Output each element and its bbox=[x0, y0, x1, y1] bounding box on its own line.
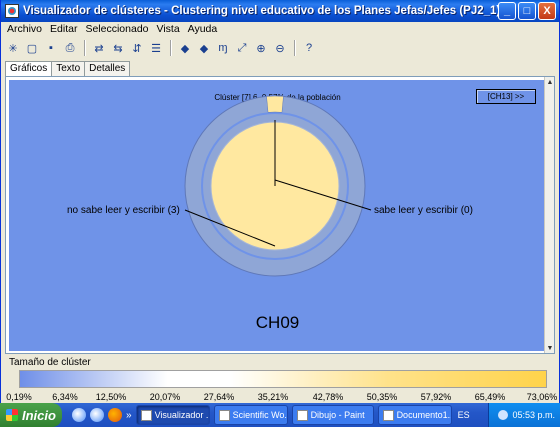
task-visualizador[interactable]: Visualizador ... bbox=[135, 405, 210, 425]
zoom-in-icon[interactable]: ⊕ bbox=[253, 40, 269, 56]
paint-icon bbox=[296, 409, 308, 421]
quick-launch bbox=[72, 408, 122, 422]
view-tabs: Gráficos Texto Detalles bbox=[5, 61, 131, 77]
toolbar: ✳ ▢ ▪ ⎙ ⇄ ⇆ ⇵ ☰ ◆ ◆ ɱ ⤢ ⊕ ⊖ ? bbox=[5, 38, 317, 58]
app-icon bbox=[218, 409, 230, 421]
scroll-up-icon[interactable]: ▲ bbox=[545, 77, 555, 87]
cluster-size-ticks: 0,19% 6,34% 12,50% 20,07% 27,64% 35,21% … bbox=[1, 392, 560, 402]
zoom-fit-icon[interactable]: ⤢ bbox=[234, 40, 250, 56]
graph-panel: Clúster [7] 6, 0,57% de la población [CH… bbox=[5, 76, 555, 354]
desktop-icon[interactable] bbox=[90, 408, 104, 422]
task-label: Visualizador ... bbox=[154, 410, 210, 420]
cluster-size-gradient bbox=[19, 370, 547, 388]
close-button[interactable]: X bbox=[538, 2, 556, 20]
tick-label: 12,50% bbox=[95, 392, 127, 402]
cluster-name: CH09 bbox=[255, 313, 300, 332]
new-icon[interactable]: ✳ bbox=[5, 40, 21, 56]
back-icon[interactable]: ◆ bbox=[177, 40, 193, 56]
redo-icon[interactable]: ⇆ bbox=[110, 40, 126, 56]
tray-icon[interactable] bbox=[498, 410, 509, 420]
windows-flag-icon bbox=[6, 409, 18, 421]
menu-vista[interactable]: Vista bbox=[157, 22, 180, 37]
tick-label: 27,64% bbox=[203, 392, 235, 402]
undo-icon[interactable]: ⇄ bbox=[91, 40, 107, 56]
forward-icon[interactable]: ◆ bbox=[196, 40, 212, 56]
start-label: Inicio bbox=[22, 407, 56, 423]
task-label: Dibujo - Paint bbox=[310, 410, 365, 420]
app-window: Visualizador de clústeres - Clustering n… bbox=[0, 0, 560, 403]
tick-label: 57,92% bbox=[420, 392, 452, 402]
cluster-plot: Clúster [7] 6, 0,57% de la población [CH… bbox=[9, 80, 546, 351]
vertical-scrollbar[interactable]: ▲ ▼ bbox=[544, 77, 554, 353]
app-icon bbox=[5, 4, 19, 18]
task-label: Documento1... bbox=[396, 410, 452, 420]
tick-label: 42,78% bbox=[312, 392, 344, 402]
menu-seleccionado[interactable]: Seleccionado bbox=[85, 22, 148, 37]
scroll-down-icon[interactable]: ▼ bbox=[545, 343, 555, 353]
zoom-out-icon[interactable]: ⊖ bbox=[272, 40, 288, 56]
menu-editar[interactable]: Editar bbox=[50, 22, 77, 37]
menu-archivo[interactable]: Archivo bbox=[7, 22, 42, 37]
sort-icon[interactable]: ⇵ bbox=[129, 40, 145, 56]
cluster-size-title: Tamaño de clúster bbox=[9, 357, 91, 368]
language-indicator[interactable]: ES bbox=[458, 410, 470, 420]
find-icon[interactable]: ɱ bbox=[215, 40, 231, 56]
left-category-label: no sabe leer y escribir (3) bbox=[67, 205, 180, 216]
word-icon bbox=[382, 409, 394, 421]
title-bar[interactable]: Visualizador de clústeres - Clustering n… bbox=[1, 0, 559, 22]
menu-bar: Archivo Editar Seleccionado Vista Ayuda bbox=[1, 22, 559, 37]
task-label: Scientific Wo... bbox=[232, 410, 288, 420]
start-button[interactable]: Inicio bbox=[0, 403, 62, 427]
clock[interactable]: 05:53 p.m. bbox=[512, 410, 555, 420]
toolbar-separator bbox=[84, 40, 85, 56]
task-paint[interactable]: Dibujo - Paint bbox=[291, 405, 374, 425]
taskbar: Inicio » Visualizador ... Scientific Wo.… bbox=[0, 403, 560, 427]
tick-label: 35,21% bbox=[257, 392, 289, 402]
window-title: Visualizador de clústeres - Clustering n… bbox=[23, 5, 498, 17]
outer-ring-highlight bbox=[266, 95, 284, 113]
tab-graficos[interactable]: Gráficos bbox=[5, 61, 53, 77]
minimize-button[interactable]: _ bbox=[498, 2, 516, 20]
help-icon[interactable]: ? bbox=[301, 40, 317, 56]
app-icon bbox=[140, 409, 152, 421]
tick-label: 0,19% bbox=[6, 392, 32, 402]
print-icon[interactable]: ⎙ bbox=[62, 40, 78, 56]
task-documento[interactable]: Documento1... bbox=[377, 405, 452, 425]
task-scientific[interactable]: Scientific Wo... bbox=[213, 405, 288, 425]
save-icon[interactable]: ▪ bbox=[43, 40, 59, 56]
open-icon[interactable]: ▢ bbox=[24, 40, 40, 56]
toolbar-separator bbox=[170, 40, 171, 56]
tick-label: 73,06% bbox=[526, 392, 558, 402]
filter-icon[interactable]: ☰ bbox=[148, 40, 164, 56]
tick-label: 50,35% bbox=[366, 392, 398, 402]
tab-detalles[interactable]: Detalles bbox=[84, 61, 131, 76]
maximize-button[interactable]: □ bbox=[518, 2, 536, 20]
toolbar-separator bbox=[294, 40, 295, 56]
tick-label: 65,49% bbox=[474, 392, 506, 402]
chevron-icon[interactable]: » bbox=[126, 410, 132, 421]
right-category-label: sabe leer y escribir (0) bbox=[374, 205, 473, 216]
ie-icon[interactable] bbox=[72, 408, 86, 422]
tab-texto[interactable]: Texto bbox=[51, 61, 86, 76]
tick-label: 20,07% bbox=[149, 392, 181, 402]
system-tray: 05:53 p.m. bbox=[488, 403, 560, 427]
menu-ayuda[interactable]: Ayuda bbox=[188, 22, 218, 37]
firefox-icon[interactable] bbox=[108, 408, 122, 422]
tick-label: 6,34% bbox=[52, 392, 78, 402]
